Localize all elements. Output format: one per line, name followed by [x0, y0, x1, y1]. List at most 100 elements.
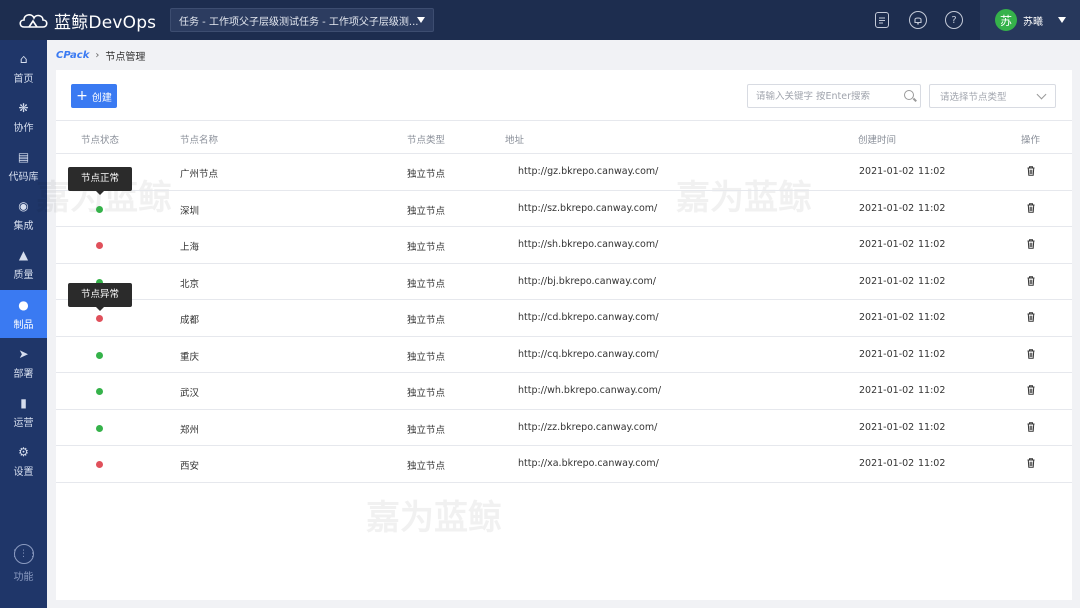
sidebar-item-quality[interactable]: ▲ 质量	[0, 240, 47, 288]
sidebar-item-settings[interactable]: ⚙ 设置	[0, 437, 47, 485]
bell-icon[interactable]	[909, 11, 927, 29]
node-address: http://zz.bkrepo.canway.com/	[518, 421, 658, 433]
main-panel: 嘉为蓝鲸 嘉为蓝鲸 嘉为蓝鲸 + 创建 请选择节点类型 节点状态 节点名称 节点…	[36, 70, 1072, 600]
watermark: 嘉为蓝鲸	[366, 498, 502, 538]
node-name: 武汉	[180, 388, 200, 399]
sidebar-item-artifact[interactable]: ● 制品	[0, 290, 47, 338]
grid-icon: ⋮⋮⋮	[10, 544, 37, 564]
node-type-select[interactable]: 请选择节点类型	[929, 84, 1056, 108]
ops-icon: ▮	[20, 395, 27, 410]
node-name: 成都	[180, 315, 200, 326]
trash-icon[interactable]	[1027, 385, 1035, 395]
table-row: 广州节点 独立节点 http://gz.bkrepo.canway.com/2021…	[56, 154, 1072, 191]
sidebar-item-label: 运营	[13, 417, 34, 429]
node-address: http://cq.bkrepo.canway.com/	[518, 348, 659, 360]
created-date: 2021-01-02	[859, 202, 915, 214]
user-menu[interactable]: 苏 苏曦	[980, 0, 1080, 40]
code-icon: ▤	[17, 149, 30, 164]
search-box[interactable]	[747, 84, 921, 108]
status-tooltip-normal: 节点正常	[68, 167, 133, 195]
node-address: http://sh.bkrepo.canway.com/	[518, 239, 659, 250]
chevron-right-icon: ›	[95, 50, 100, 61]
search-icon[interactable]	[904, 90, 914, 100]
trash-icon[interactable]	[1027, 348, 1035, 359]
collab-icon: ❋	[18, 100, 29, 115]
node-address: http://xa.bkrepo.canway.com/	[518, 458, 659, 469]
trash-icon[interactable]	[1027, 312, 1035, 322]
created-time: 11:02	[918, 202, 946, 214]
node-type: 独立节点	[407, 242, 446, 253]
status-dot[interactable]	[96, 388, 103, 395]
created-date: 2021-01-02	[859, 458, 915, 469]
created-date: 2021-01-02	[859, 166, 915, 177]
created-date: 2021-01-02	[859, 385, 915, 396]
status-dot[interactable]	[96, 351, 103, 359]
create-button-label: 创建	[91, 92, 112, 104]
top-bar: 蓝鲸DevOps 任务 - 工作项父子层级测试任务 - 工作项父子层级测... …	[0, 0, 1080, 40]
table-row: 上海 独立节点 http://sh.bkrepo.canway.com/2021-0…	[56, 227, 1072, 264]
node-name: 深圳	[180, 205, 200, 217]
trash-icon[interactable]	[1027, 421, 1035, 432]
create-button[interactable]: + 创建	[71, 84, 117, 108]
status-dot[interactable]	[96, 424, 103, 432]
sidebar-item-label: 集成	[13, 220, 34, 232]
created-time: 11:02	[918, 239, 946, 250]
table-row: 郑州 独立节点 http://zz.bkrepo.canway.com/2021-0…	[56, 410, 1072, 446]
cloud-logo-icon	[19, 14, 48, 28]
node-type: 独立节点	[407, 169, 446, 180]
function-menu[interactable]: ⋮⋮⋮ 功能	[0, 544, 47, 583]
help-icon[interactable]: ?	[945, 11, 963, 29]
trash-icon[interactable]	[1027, 166, 1035, 176]
trash-icon[interactable]	[1027, 202, 1035, 213]
trash-icon[interactable]	[1027, 275, 1035, 286]
header-action: 操作	[1021, 135, 1041, 146]
sidebar-item-ci[interactable]: ◉ 集成	[0, 191, 47, 239]
table-row: 武汉 独立节点 http://wh.bkrepo.canway.com/2021-0…	[56, 373, 1072, 410]
node-type-placeholder: 请选择节点类型	[940, 92, 1007, 103]
search-input[interactable]	[756, 90, 896, 102]
status-dot[interactable]	[96, 461, 103, 468]
header-type: 节点类型	[407, 135, 446, 146]
table-row: 成都 独立节点 http://cd.bkrepo.canway.com/2021-0…	[56, 300, 1072, 337]
status-dot[interactable]	[96, 205, 103, 213]
table-row: 重庆 独立节点 http://cq.bkrepo.canway.com/2021-0…	[56, 337, 1072, 373]
status-dot[interactable]	[96, 315, 103, 322]
trash-icon[interactable]	[1027, 458, 1035, 468]
document-icon[interactable]	[875, 12, 889, 28]
project-selector[interactable]: 任务 - 工作项父子层级测试任务 - 工作项父子层级测...	[170, 8, 434, 32]
node-address: http://wh.bkrepo.canway.com/	[518, 385, 662, 396]
header-address: 地址	[505, 135, 525, 146]
breadcrumb-root[interactable]: CPack	[56, 50, 89, 61]
node-type: 独立节点	[407, 388, 446, 399]
header-created: 创建时间	[858, 135, 897, 146]
sidebar-item-collab[interactable]: ❋ 协作	[0, 93, 47, 141]
header-name: 节点名称	[180, 135, 219, 146]
created-time: 11:02	[918, 421, 946, 433]
trash-icon[interactable]	[1027, 239, 1035, 249]
created-time: 11:02	[918, 166, 946, 177]
app-logo[interactable]: 蓝鲸DevOps	[0, 8, 163, 33]
sidebar-item-ops[interactable]: ▮ 运营	[0, 388, 47, 436]
quality-icon: ▲	[18, 247, 29, 262]
sidebar-item-label: 首页	[13, 73, 34, 85]
sidebar-item-label: 质量	[13, 269, 34, 281]
created-time: 11:02	[918, 312, 946, 323]
node-type: 独立节点	[407, 351, 446, 363]
node-name: 北京	[180, 278, 200, 290]
sidebar-item-home[interactable]: ⌂ 首页	[0, 44, 47, 92]
sidebar-item-label: 代码库	[8, 171, 39, 183]
breadcrumb-current: 节点管理	[105, 52, 146, 63]
node-type: 独立节点	[407, 278, 446, 290]
created-date: 2021-01-02	[859, 421, 915, 433]
sidebar-item-deploy[interactable]: ➤ 部署	[0, 339, 47, 387]
status-dot[interactable]	[96, 242, 103, 249]
node-address: http://sz.bkrepo.canway.com/	[518, 202, 658, 214]
created-time: 11:02	[918, 385, 946, 396]
node-name: 西安	[180, 461, 200, 472]
table-row: 深圳 独立节点 http://sz.bkrepo.canway.com/2021-0…	[56, 191, 1072, 227]
sidebar-item-label: 设置	[13, 466, 34, 478]
table-header: 节点状态 节点名称 节点类型 地址 创建时间 操作	[56, 120, 1072, 154]
sidebar-item-code[interactable]: ▤ 代码库	[0, 142, 47, 190]
user-name: 苏曦	[1023, 16, 1043, 28]
table-row: 北京 独立节点 http://bj.bkrepo.canway.com/2021-0…	[56, 264, 1072, 300]
